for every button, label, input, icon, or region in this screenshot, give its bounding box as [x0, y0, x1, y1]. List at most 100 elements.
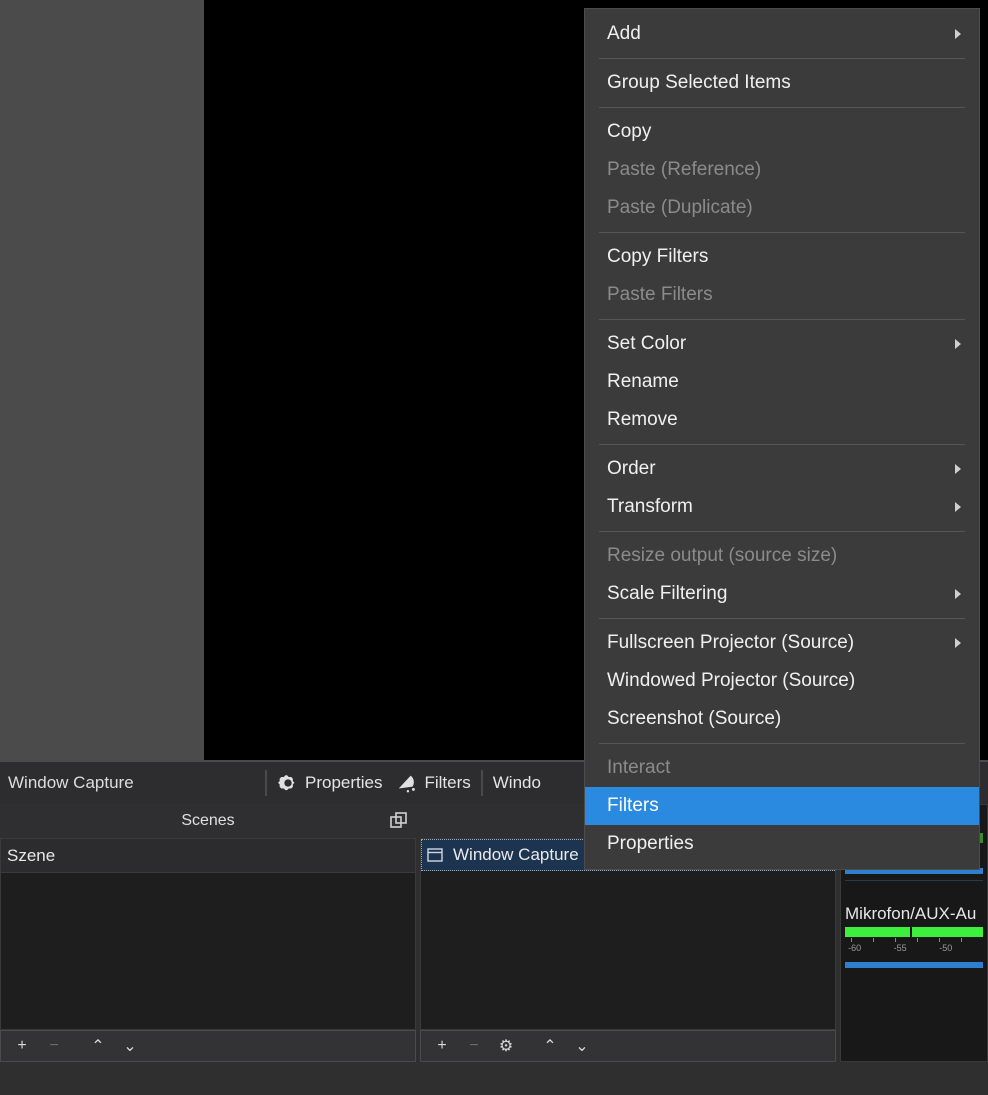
menu-item-label: Interact — [607, 757, 671, 778]
menu-separator — [599, 618, 965, 619]
menu-item-label: Paste Filters — [607, 284, 713, 305]
menu-item-label: Windowed Projector (Source) — [607, 670, 856, 691]
menu-item-paste-reference: Paste (Reference) — [585, 151, 979, 189]
scenes-title-label: Scenes — [181, 812, 235, 829]
menu-item-label: Paste (Duplicate) — [607, 197, 753, 218]
menu-separator — [599, 58, 965, 59]
menu-item-copy-filters[interactable]: Copy Filters — [585, 238, 979, 276]
menu-item-label: Copy Filters — [607, 246, 709, 267]
menu-item-scale-filtering[interactable]: Scale Filtering — [585, 575, 979, 613]
menu-item-add[interactable]: Add — [585, 15, 979, 53]
remove-source-button[interactable]: − — [459, 1033, 489, 1059]
undock-icon[interactable] — [390, 812, 408, 830]
menu-item-label: Add — [607, 23, 641, 44]
gear-icon: ⚙ — [498, 1038, 514, 1055]
plus-icon: + — [437, 1037, 447, 1054]
menu-item-screenshot-source[interactable]: Screenshot (Source) — [585, 700, 979, 738]
menu-item-label: Filters — [607, 795, 659, 816]
move-source-down-button[interactable]: ⌄ — [567, 1033, 597, 1059]
mixer-track-name: Mikrofon/AUX-Au — [845, 904, 977, 923]
filters-icon — [399, 775, 416, 793]
toolbar-divider-2 — [480, 770, 483, 796]
scenes-panel-title: Scenes — [0, 804, 416, 838]
submenu-arrow-icon — [955, 589, 961, 599]
menu-item-label: Copy — [607, 121, 652, 142]
source-properties-button[interactable]: ⚙ — [491, 1033, 521, 1059]
scenes-list[interactable]: Szene — [0, 838, 416, 1030]
chevron-up-icon: ⌃ — [543, 1038, 557, 1055]
window-icon — [427, 848, 443, 862]
remove-scene-button[interactable]: − — [39, 1033, 69, 1059]
menu-item-label: Remove — [607, 409, 678, 430]
move-scene-up-button[interactable]: ⌃ — [83, 1033, 113, 1059]
properties-button[interactable]: Properties — [277, 772, 382, 794]
menu-item-label: Transform — [607, 496, 693, 517]
mixer-scale-label: -60 — [848, 943, 862, 953]
scene-item-label: Szene — [7, 845, 56, 865]
mixer-scale-label: -55 — [893, 943, 907, 953]
scenes-footer-toolbar: + − ⌃ ⌄ — [0, 1030, 416, 1062]
menu-item-label: Screenshot (Source) — [607, 708, 782, 729]
filters-button-label: Filters — [424, 773, 471, 792]
move-source-up-button[interactable]: ⌃ — [535, 1033, 565, 1059]
sources-footer-toolbar: + − ⚙ ⌃ ⌄ — [420, 1030, 836, 1062]
plus-icon: + — [17, 1037, 27, 1054]
menu-separator — [599, 531, 965, 532]
properties-gear-icon — [278, 775, 295, 791]
menu-item-label: Paste (Reference) — [607, 159, 762, 180]
menu-separator — [599, 232, 965, 233]
source-context-menu[interactable]: Add Group Selected Items Copy Paste (Refere… — [584, 8, 980, 870]
menu-item-resize-output-source-size: Resize output (source size) — [585, 537, 979, 575]
menu-item-remove[interactable]: Remove — [585, 401, 979, 439]
menu-item-properties[interactable]: Properties — [585, 825, 979, 863]
menu-item-transform[interactable]: Transform — [585, 488, 979, 526]
menu-item-interact: Interact — [585, 749, 979, 787]
menu-item-label: Resize output (source size) — [607, 545, 838, 566]
menu-item-paste-duplicate: Paste (Duplicate) — [585, 189, 979, 227]
scenes-panel: Scenes Szene + − ⌃ ⌄ — [0, 804, 416, 1062]
mixer-scale-label: -50 — [939, 943, 953, 953]
menu-item-set-color[interactable]: Set Color — [585, 325, 979, 363]
menu-item-label: Order — [607, 458, 656, 479]
minus-icon: − — [49, 1037, 59, 1054]
list-item[interactable]: Szene — [1, 839, 415, 873]
source-toolbar-name: Window Capture — [8, 773, 134, 792]
submenu-arrow-icon — [955, 502, 961, 512]
menu-item-label: Rename — [607, 371, 679, 392]
mixer-peak-marker — [909, 927, 912, 937]
mixer-volume-slider[interactable] — [845, 962, 983, 968]
menu-item-fullscreen-projector-source[interactable]: Fullscreen Projector (Source) — [585, 624, 979, 662]
mixer-meter-fill — [845, 927, 983, 937]
mixer-track: Mikrofon/AUX-Au -60 -55 -50 — [845, 903, 983, 968]
add-scene-button[interactable]: + — [7, 1033, 37, 1059]
menu-item-group-selected-items[interactable]: Group Selected Items — [585, 64, 979, 102]
menu-item-windowed-projector-source[interactable]: Windowed Projector (Source) — [585, 662, 979, 700]
submenu-arrow-icon — [955, 464, 961, 474]
menu-item-filters[interactable]: Filters — [585, 787, 979, 825]
menu-separator — [599, 107, 965, 108]
menu-item-label: Properties — [607, 833, 694, 854]
move-scene-down-button[interactable]: ⌄ — [115, 1033, 145, 1059]
minus-icon: − — [469, 1037, 479, 1054]
properties-button-label: Properties — [305, 773, 383, 792]
chevron-down-icon: ⌄ — [575, 1038, 589, 1055]
menu-item-copy[interactable]: Copy — [585, 113, 979, 151]
menu-item-rename[interactable]: Rename — [585, 363, 979, 401]
filters-button[interactable]: Filters — [396, 772, 471, 794]
submenu-arrow-icon — [955, 29, 961, 39]
window-button[interactable]: Windo — [493, 773, 541, 793]
obs-main-window: Window Capture Properties Filters Windo — [0, 0, 988, 1095]
mixer-divider — [845, 880, 983, 881]
menu-item-label: Scale Filtering — [607, 583, 728, 604]
chevron-up-icon: ⌃ — [91, 1038, 105, 1055]
menu-item-paste-filters: Paste Filters — [585, 276, 979, 314]
add-source-button[interactable]: + — [427, 1033, 457, 1059]
menu-separator — [599, 444, 965, 445]
submenu-arrow-icon — [955, 638, 961, 648]
menu-item-label: Set Color — [607, 333, 687, 354]
mixer-meter — [845, 927, 983, 937]
submenu-arrow-icon — [955, 339, 961, 349]
menu-separator — [599, 743, 965, 744]
menu-item-label: Fullscreen Projector (Source) — [607, 632, 855, 653]
menu-item-order[interactable]: Order — [585, 450, 979, 488]
